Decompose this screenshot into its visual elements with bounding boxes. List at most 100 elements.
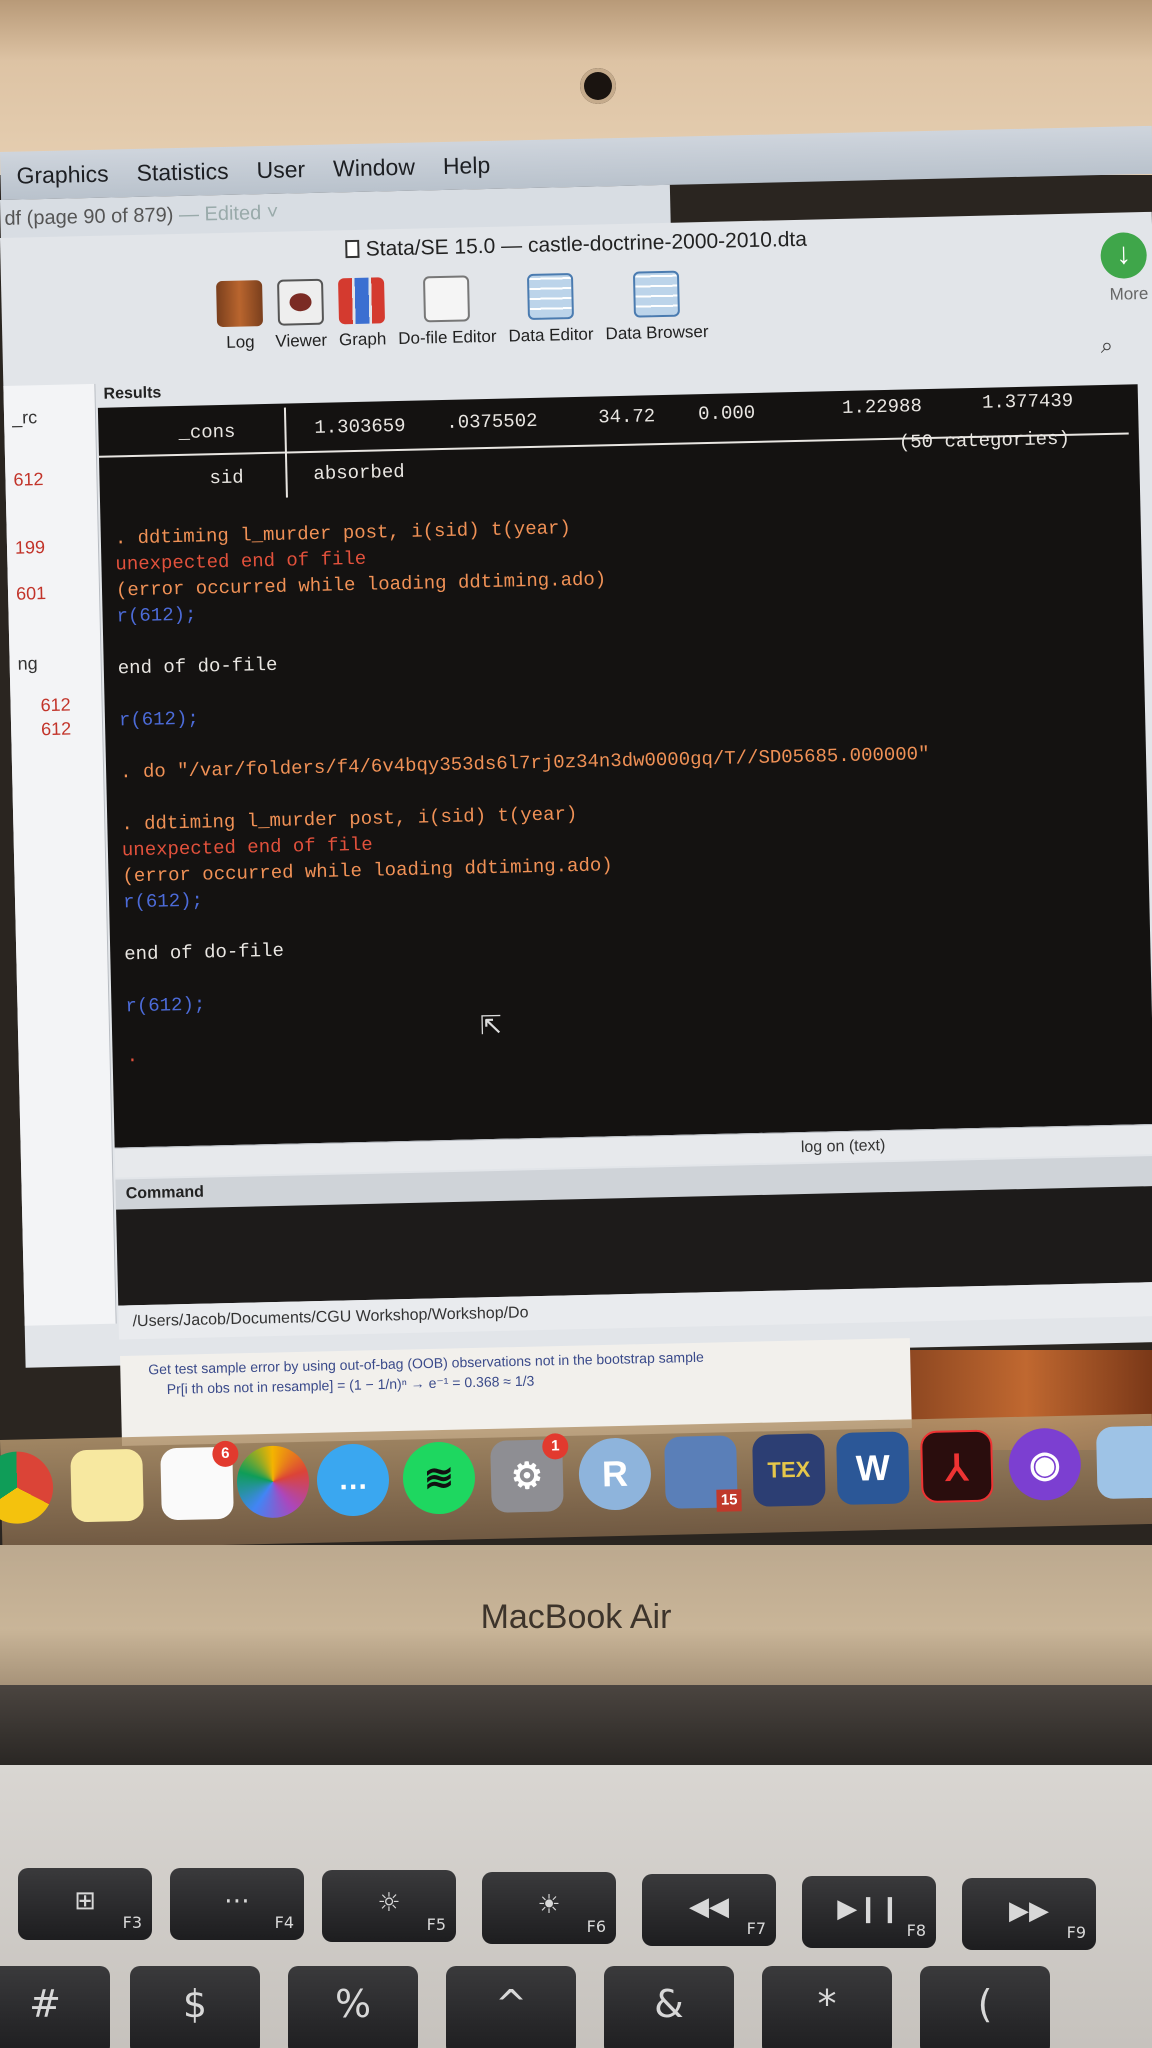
command-echo: . ddtiming l_murder post, i(sid) t(year) bbox=[114, 517, 572, 550]
key-label: F3 bbox=[122, 1913, 142, 1932]
do-command-echo: . do "/var/folders/f4/6v4bqy353ds6l7rj0z… bbox=[119, 743, 930, 784]
key-label: % bbox=[334, 1982, 372, 2026]
list-item[interactable]: 612 bbox=[13, 469, 44, 491]
camera bbox=[580, 68, 616, 104]
results-pane[interactable]: _cons 1.303659 .0375502 34.72 0.000 1.22… bbox=[97, 384, 1152, 1148]
cons-label: _cons bbox=[178, 420, 236, 444]
key-label: ^ bbox=[495, 1982, 527, 2026]
messages-icon[interactable]: … bbox=[316, 1443, 390, 1517]
more-label[interactable]: More bbox=[1109, 284, 1148, 305]
return-code-link[interactable]: r(612); bbox=[123, 890, 203, 914]
results-label: Results bbox=[103, 384, 162, 403]
key-label: & bbox=[654, 1982, 684, 2026]
key-label: F4 bbox=[274, 1913, 294, 1932]
data-editor-label: Data Editor bbox=[508, 324, 594, 346]
key-f4[interactable]: ⋯ F4 bbox=[170, 1868, 304, 1940]
stata-toolbar: Log Viewer Graph Do-file Editor Data Edi… bbox=[216, 270, 721, 377]
word-label: W bbox=[855, 1446, 891, 1489]
mouse-pointer-icon: ⇱ bbox=[479, 1010, 503, 1042]
list-item[interactable]: 612 bbox=[41, 719, 72, 741]
return-code-link[interactable]: r(612); bbox=[125, 994, 205, 1018]
return-code-link[interactable]: r(612); bbox=[119, 708, 199, 732]
key-f3[interactable]: ⊞ F3 bbox=[18, 1868, 152, 1940]
t-value: 34.72 bbox=[597, 405, 656, 429]
notes-icon[interactable] bbox=[70, 1448, 144, 1523]
error-detail: (error occurred while loading ddtiming.a… bbox=[122, 854, 613, 888]
spreadsheet-magnifier-icon bbox=[632, 270, 680, 318]
key-caret[interactable]: ^ bbox=[446, 1966, 576, 2048]
rewind-icon: ◀◀ bbox=[689, 1892, 729, 1922]
log-button[interactable]: Log bbox=[216, 280, 264, 377]
key-hash[interactable]: # bbox=[0, 1966, 110, 2048]
key-f8[interactable]: ▶❙❙ F8 bbox=[802, 1876, 936, 1948]
tex-icon[interactable]: TEX bbox=[752, 1433, 826, 1507]
menu-statistics[interactable]: Statistics bbox=[136, 157, 229, 186]
end-of-dofile: end of do-file bbox=[117, 653, 278, 680]
acrobat-icon[interactable]: ⅄ bbox=[920, 1429, 994, 1504]
key-label: $ bbox=[182, 1982, 208, 2026]
key-dollar[interactable]: $ bbox=[130, 1966, 260, 2048]
key-percent[interactable]: % bbox=[288, 1966, 418, 2048]
viewer-eye-icon bbox=[276, 278, 324, 326]
document-icon bbox=[345, 239, 360, 259]
dofile-editor-button[interactable]: Do-file Editor bbox=[397, 275, 497, 373]
key-left-paren[interactable]: ( bbox=[920, 1966, 1050, 2048]
key-f7[interactable]: ◀◀ F7 bbox=[642, 1874, 776, 1946]
viewer-button[interactable]: Viewer bbox=[274, 278, 328, 376]
word-icon[interactable]: W bbox=[836, 1431, 910, 1506]
list-item[interactable]: 199 bbox=[15, 537, 46, 559]
menu-help[interactable]: Help bbox=[443, 151, 491, 179]
column-header-rc: _rc bbox=[11, 407, 38, 428]
menu-window[interactable]: Window bbox=[333, 153, 415, 182]
key-label: ( bbox=[977, 1982, 993, 2026]
list-item[interactable]: 601 bbox=[16, 583, 47, 605]
log-status: log on (text) bbox=[800, 1137, 886, 1157]
data-editor-button[interactable]: Data Editor bbox=[507, 273, 594, 371]
spotify-icon[interactable]: ≋ bbox=[402, 1441, 476, 1515]
key-asterisk[interactable]: * bbox=[762, 1966, 892, 2048]
notification-badge: 6 bbox=[212, 1440, 239, 1468]
key-label: F9 bbox=[1066, 1923, 1086, 1942]
p-value: 0.000 bbox=[697, 401, 756, 426]
return-code-link[interactable]: r(612); bbox=[116, 604, 196, 628]
system-preferences-icon[interactable]: ⚙ 1 bbox=[490, 1433, 569, 1513]
key-f5[interactable]: ☼ F5 bbox=[322, 1870, 456, 1942]
chrome-icon[interactable] bbox=[0, 1450, 54, 1525]
pdf-edited-indicator[interactable]: — Edited ˅ bbox=[179, 202, 279, 226]
list-item[interactable]: ng bbox=[17, 653, 38, 674]
brand-label: MacBook Air bbox=[480, 1598, 672, 1636]
key-f6[interactable]: ☀ F6 bbox=[482, 1872, 616, 1944]
stata-app-icon[interactable]: 15 bbox=[664, 1435, 742, 1512]
stata-version-label: 15 bbox=[716, 1489, 742, 1512]
preview-icon[interactable] bbox=[1095, 1425, 1152, 1500]
laptop-hinge bbox=[0, 1685, 1152, 1765]
fast-forward-icon: ▶▶ bbox=[1009, 1896, 1049, 1926]
photos-icon[interactable] bbox=[236, 1445, 310, 1519]
key-label: F8 bbox=[906, 1921, 926, 1940]
search-icon[interactable]: ⌕ bbox=[1100, 333, 1113, 359]
reminders-icon[interactable]: 6 bbox=[160, 1440, 239, 1521]
download-arrow-icon[interactable]: ↓ bbox=[1100, 231, 1148, 280]
log-book-icon bbox=[216, 280, 264, 328]
ci-upper-value: 1.377439 bbox=[981, 389, 1074, 414]
keyboard-brightness-down-icon: ☼ bbox=[377, 1888, 401, 1918]
menu-user[interactable]: User bbox=[256, 156, 305, 184]
command-echo: . ddtiming l_murder post, i(sid) t(year) bbox=[121, 803, 578, 836]
bar-chart-icon bbox=[338, 277, 386, 325]
log-label: Log bbox=[226, 332, 255, 352]
list-item[interactable]: 612 bbox=[40, 695, 71, 717]
data-browser-button[interactable]: Data Browser bbox=[604, 270, 709, 368]
tex-label: TEX bbox=[767, 1456, 811, 1483]
key-ampersand[interactable]: & bbox=[604, 1966, 734, 2048]
ci-lower-value: 1.22988 bbox=[841, 395, 923, 419]
sid-label: sid bbox=[209, 466, 244, 490]
window-title: Stata/SE 15.0 — castle-doctrine-2000-201… bbox=[365, 227, 808, 261]
notification-badge: 1 bbox=[541, 1433, 569, 1460]
github-icon[interactable]: ◉ bbox=[1008, 1427, 1082, 1502]
graph-button[interactable]: Graph bbox=[338, 277, 387, 374]
key-label: F5 bbox=[426, 1915, 446, 1934]
r-app-icon[interactable]: R bbox=[578, 1437, 652, 1511]
key-f9[interactable]: ▶▶ F9 bbox=[962, 1878, 1096, 1950]
r-label: R bbox=[601, 1452, 629, 1495]
menu-graphics[interactable]: Graphics bbox=[16, 160, 109, 189]
